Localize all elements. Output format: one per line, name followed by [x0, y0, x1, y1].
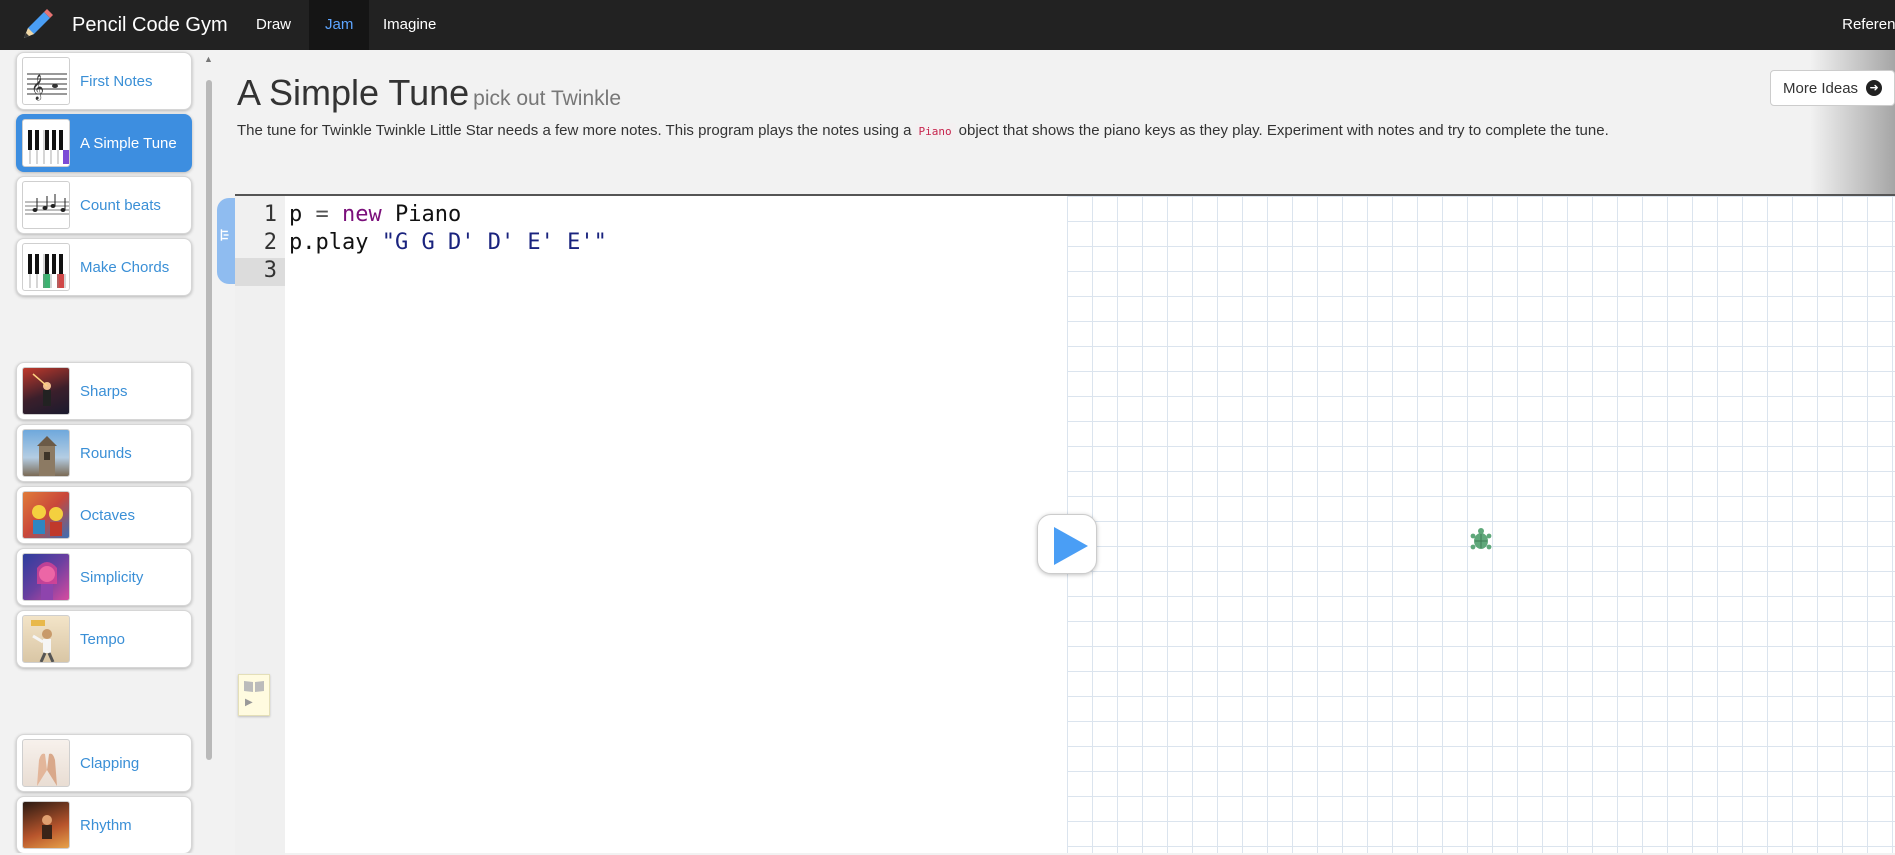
- hands-photo-thumb: [22, 739, 70, 787]
- page-title: A Simple Tune pick out Twinkle: [237, 72, 621, 114]
- lesson-octaves[interactable]: Octaves: [16, 486, 192, 544]
- turtle-output-grid[interactable]: [1067, 194, 1895, 853]
- scroll-up-arrow-icon[interactable]: ▲: [204, 54, 213, 64]
- nav-jam[interactable]: Jam: [309, 0, 370, 50]
- top-navbar: Pencil Code Gym Draw Jam Imagine Referen…: [0, 0, 1895, 50]
- lesson-label: Sharps: [80, 382, 128, 400]
- code-line-1[interactable]: p = new Piano: [289, 202, 461, 227]
- play-icon: [1054, 527, 1088, 565]
- description-text: The tune for Twinkle Twinkle Little Star…: [237, 122, 912, 139]
- more-ideas-label: More Ideas: [1783, 79, 1859, 97]
- notes-staff-thumb: [22, 181, 70, 229]
- lesson-label: Tempo: [80, 630, 126, 648]
- lesson-title: A Simple Tune: [237, 72, 470, 113]
- dancer-photo-thumb: [22, 615, 70, 663]
- brand-name: Pencil Code Gym: [72, 13, 228, 36]
- nav-reference[interactable]: Referenc: [1842, 0, 1895, 50]
- lego-photo-thumb: [22, 491, 70, 539]
- code-keyword: new: [342, 202, 382, 227]
- lesson-label: Rhythm: [80, 816, 132, 834]
- mini-panel-tab[interactable]: ▶: [238, 674, 270, 716]
- drummer-photo-thumb: [22, 801, 70, 849]
- more-ideas-button[interactable]: More Ideas ➜: [1770, 70, 1895, 106]
- line-number-current: 3: [235, 258, 285, 286]
- lesson-a-simple-tune[interactable]: A Simple Tune: [16, 114, 192, 172]
- lesson-label: Simplicity: [80, 568, 144, 586]
- run-button[interactable]: [1037, 514, 1097, 574]
- tower-photo-thumb: [22, 429, 70, 477]
- code-class: Piano: [395, 202, 462, 227]
- line-number: 1: [263, 202, 277, 227]
- lesson-label: Rounds: [80, 444, 132, 462]
- line-gutter: [235, 196, 285, 855]
- sheet-music-thumb: 𝄞: [22, 57, 70, 105]
- piano-keys-thumb: [22, 119, 70, 167]
- book-icon: [244, 681, 264, 692]
- lesson-rounds[interactable]: Rounds: [16, 424, 192, 482]
- lesson-tempo[interactable]: Tempo: [16, 610, 192, 668]
- code-line-2[interactable]: p.play "G G D' D' E' E'": [289, 230, 607, 255]
- code-operator: =: [315, 202, 329, 227]
- code-call: p.play: [289, 230, 369, 255]
- lesson-label: Count beats: [80, 196, 161, 214]
- piano-code-token: Piano: [914, 123, 956, 140]
- cartoon-photo-thumb: [22, 553, 70, 601]
- nav-draw[interactable]: Draw: [240, 0, 307, 50]
- description-text-end: object that shows the piano keys as they…: [958, 122, 1609, 139]
- blocks-icon: [220, 229, 229, 241]
- lesson-rhythm[interactable]: Rhythm: [16, 796, 192, 853]
- piano-chords-thumb: [22, 243, 70, 291]
- turtle-icon[interactable]: [1468, 527, 1494, 553]
- lesson-make-chords[interactable]: Make Chords: [16, 238, 192, 296]
- lesson-first-notes[interactable]: 𝄞 First Notes: [16, 52, 192, 110]
- pencil-logo-icon: [24, 9, 53, 38]
- lesson-description: The tune for Twinkle Twinkle Little Star…: [237, 122, 1609, 140]
- svg-text:𝄞: 𝄞: [31, 74, 44, 100]
- lesson-simplicity[interactable]: Simplicity: [16, 548, 192, 606]
- play-small-icon: ▶: [245, 697, 253, 708]
- code-string: "G G D' D' E' E'": [381, 230, 607, 255]
- lesson-sidebar: 𝄞 First Notes A Simple Tune Count beats …: [0, 50, 218, 853]
- code-var: p: [289, 202, 303, 227]
- brand[interactable]: Pencil Code Gym: [20, 0, 228, 50]
- arrow-circle-right-icon: ➜: [1866, 80, 1883, 96]
- line-number: 2: [263, 230, 277, 255]
- lesson-label: A Simple Tune: [80, 134, 177, 152]
- nav-imagine[interactable]: Imagine: [367, 0, 452, 50]
- lesson-clapping[interactable]: Clapping: [16, 734, 192, 792]
- lesson-label: Octaves: [80, 506, 136, 524]
- lesson-label: Clapping: [80, 754, 140, 772]
- concert-photo-thumb: [22, 367, 70, 415]
- lesson-sharps[interactable]: Sharps: [16, 362, 192, 420]
- sidebar-scrollbar[interactable]: [206, 80, 212, 760]
- lesson-subtitle: pick out Twinkle: [473, 87, 621, 110]
- lesson-label: Make Chords: [80, 258, 170, 276]
- code-editor[interactable]: 1 2 3 p = new Piano p.play "G G D' D' E'…: [235, 194, 1067, 855]
- lesson-count-beats[interactable]: Count beats: [16, 176, 192, 234]
- lesson-label: First Notes: [80, 72, 153, 90]
